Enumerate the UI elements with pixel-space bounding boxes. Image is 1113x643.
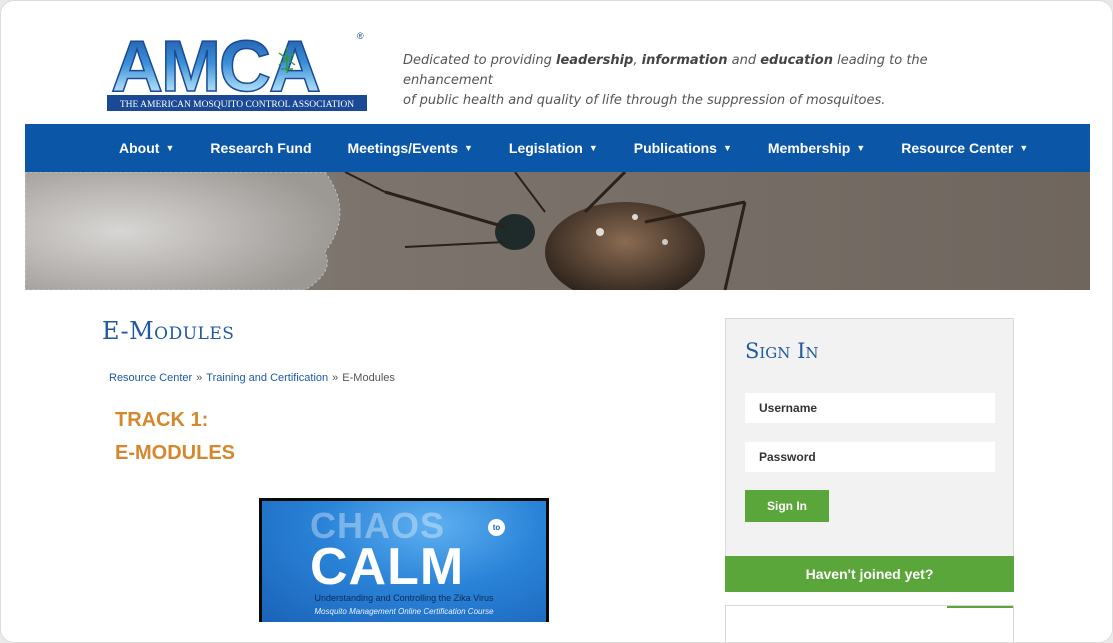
track-heading: TRACK 1: E-MODULES bbox=[115, 404, 235, 470]
breadcrumb-training-certification[interactable]: Training and Certification bbox=[206, 372, 328, 384]
tagline-text: , bbox=[633, 53, 642, 68]
nav-label: Publications bbox=[633, 140, 717, 156]
next-box-accent bbox=[947, 606, 1013, 608]
caret-down-icon: ▼ bbox=[1019, 143, 1029, 153]
caret-down-icon: ▼ bbox=[722, 143, 732, 153]
tagline-line2: of public health and quality of life thr… bbox=[403, 93, 886, 108]
course-subtitle: Understanding and Controlling the Zika V… bbox=[314, 593, 494, 603]
registered-mark: ® bbox=[357, 31, 364, 41]
course-to-badge: to bbox=[488, 519, 505, 536]
tagline-leadership: leadership bbox=[556, 53, 634, 68]
course-subtitle2: Mosquito Management Online Certification… bbox=[314, 607, 494, 616]
mosquito-image bbox=[25, 172, 1090, 290]
course-image-inner: CHAOS to CALM Understanding and Controll… bbox=[262, 501, 546, 622]
nav-item-about[interactable]: About ▼ bbox=[119, 140, 174, 156]
nav-label: Membership bbox=[767, 140, 851, 156]
amca-logo-graphic: AMCA ® THE AMERICAN MOSQUITO CONTROL ASS… bbox=[107, 26, 367, 111]
tagline-text: and bbox=[727, 53, 761, 68]
nav-item-research-fund[interactable]: Research Fund bbox=[210, 140, 311, 156]
sign-in-button[interactable]: Sign In bbox=[745, 490, 829, 522]
course-word-calm: CALM bbox=[310, 538, 465, 596]
password-input[interactable] bbox=[745, 442, 995, 472]
caret-down-icon: ▼ bbox=[463, 143, 473, 153]
nav-label: Meetings/Events bbox=[347, 140, 458, 156]
breadcrumb-resource-center[interactable]: Resource Center bbox=[109, 372, 192, 384]
amca-logo[interactable]: AMCA ® THE AMERICAN MOSQUITO CONTROL ASS… bbox=[107, 25, 369, 113]
caret-down-icon: ▼ bbox=[588, 143, 598, 153]
track-heading-line2: E-MODULES bbox=[115, 442, 235, 464]
nav-item-meetings-events[interactable]: Meetings/Events ▼ bbox=[348, 140, 473, 156]
breadcrumb-separator: » bbox=[332, 372, 339, 384]
breadcrumb-current: E-Modules bbox=[342, 372, 395, 384]
course-image-chaos-to-calm[interactable]: CHAOS to CALM Understanding and Controll… bbox=[259, 498, 549, 622]
join-prompt-button[interactable]: Haven't joined yet? bbox=[725, 556, 1014, 592]
nav-label: Research Fund bbox=[210, 140, 312, 156]
nav-item-legislation[interactable]: Legislation ▼ bbox=[509, 140, 598, 156]
tagline-education: education bbox=[760, 53, 833, 68]
tagline: Dedicated to providing leadership, infor… bbox=[403, 51, 1003, 111]
track-heading-line1: TRACK 1: bbox=[115, 409, 209, 431]
sign-in-title: Sign In bbox=[745, 339, 819, 363]
sign-in-panel: Sign In Sign In Haven't joined yet? bbox=[725, 318, 1014, 592]
caret-down-icon: ▼ bbox=[856, 143, 866, 153]
caret-down-icon: ▼ bbox=[165, 143, 175, 153]
username-input[interactable] bbox=[745, 393, 995, 423]
nav-item-membership[interactable]: Membership ▼ bbox=[768, 140, 865, 156]
breadcrumb-separator: » bbox=[196, 372, 203, 384]
mosquito-banner-image bbox=[25, 172, 1090, 290]
nav-item-resource-center[interactable]: Resource Center ▼ bbox=[901, 140, 1028, 156]
nav-label: Resource Center bbox=[901, 140, 1014, 156]
next-sidebar-box bbox=[725, 605, 1014, 642]
page-frame: AMCA ® THE AMERICAN MOSQUITO CONTROL ASS… bbox=[0, 0, 1113, 643]
page-title: E-Modules bbox=[102, 317, 235, 345]
nav-item-publications[interactable]: Publications ▼ bbox=[634, 140, 732, 156]
tagline-text: Dedicated to providing bbox=[403, 53, 556, 68]
breadcrumb: Resource Center» Training and Certificati… bbox=[109, 372, 395, 384]
main-nav: About ▼ Research Fund Meetings/Events ▼ Le… bbox=[25, 124, 1090, 172]
tagline-information: information bbox=[641, 53, 728, 68]
logo-subtitle: THE AMERICAN MOSQUITO CONTROL ASSOCIATIO… bbox=[120, 100, 354, 110]
nav-label: About bbox=[119, 140, 160, 156]
nav-label: Legislation bbox=[508, 140, 583, 156]
